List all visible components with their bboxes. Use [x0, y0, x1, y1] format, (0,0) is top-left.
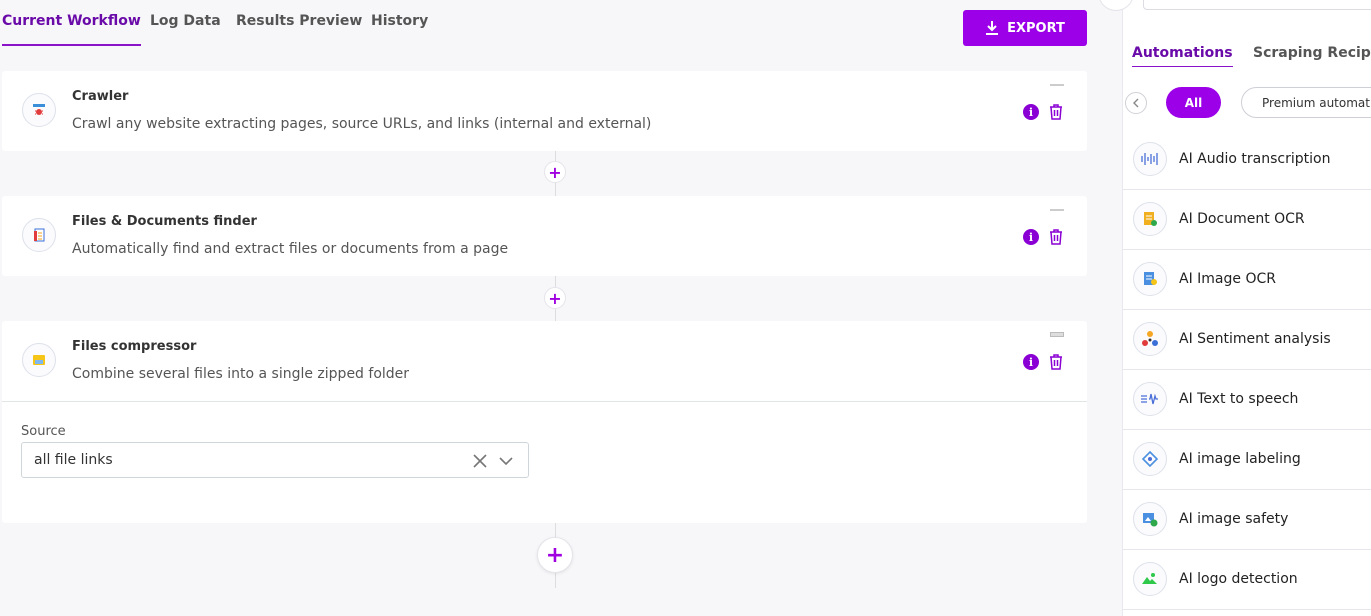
automation-label: AI image safety — [1179, 511, 1289, 527]
automation-label: AI Sentiment analysis — [1179, 331, 1331, 347]
automation-label: AI logo detection — [1179, 571, 1298, 587]
automation-label: AI image labeling — [1179, 451, 1301, 467]
automation-item[interactable]: AI Text to speech — [1123, 370, 1371, 430]
search-input[interactable] — [1143, 0, 1371, 10]
card-divider — [2, 401, 1087, 402]
tab-history[interactable]: History — [371, 13, 428, 29]
filter-all-button[interactable]: All — [1166, 87, 1221, 118]
logo-detection-icon — [1133, 562, 1167, 596]
export-button[interactable]: EXPORT — [963, 10, 1087, 46]
export-label: EXPORT — [1007, 20, 1065, 36]
automation-item[interactable]: AI logo detection — [1123, 550, 1371, 610]
workflow-panel: Current Workflow Log Data Results Previe… — [0, 0, 1110, 616]
automation-label: AI Text to speech — [1179, 391, 1299, 407]
automation-list: AI Audio transcription AI Document OCR A… — [1123, 130, 1371, 610]
step-title: Files & Documents finder — [72, 214, 257, 229]
automation-label: AI Audio transcription — [1179, 151, 1331, 167]
step-title: Crawler — [72, 89, 129, 104]
tab-automations[interactable]: Automations — [1132, 45, 1233, 67]
automations-sidebar: Automations Scraping Recipes All Premium… — [1098, 0, 1371, 616]
chevron-left-icon[interactable] — [1125, 92, 1147, 114]
source-label: Source — [21, 424, 66, 439]
download-icon — [986, 21, 999, 35]
document-finder-icon — [22, 218, 56, 252]
image-label-icon — [1133, 442, 1167, 476]
automation-item[interactable]: AI image safety — [1123, 490, 1371, 550]
text-to-speech-icon — [1133, 382, 1167, 416]
sentiment-icon — [1133, 322, 1167, 356]
crawler-bug-icon — [22, 93, 56, 127]
trash-icon[interactable] — [1048, 228, 1064, 246]
info-icon[interactable]: i — [1023, 229, 1039, 245]
add-step-button-large[interactable]: + — [537, 537, 573, 573]
trash-icon[interactable] — [1048, 103, 1064, 121]
source-select[interactable]: all file links — [21, 442, 529, 478]
trash-icon[interactable] — [1048, 353, 1064, 371]
automation-item[interactable]: AI Audio transcription — [1123, 130, 1371, 190]
filter-premium-button[interactable]: Premium automations — [1241, 87, 1371, 118]
automation-item[interactable]: AI image labeling — [1123, 430, 1371, 490]
info-icon[interactable]: i — [1023, 104, 1039, 120]
collapse-handle[interactable] — [1050, 332, 1064, 337]
audio-wave-icon — [1133, 142, 1167, 176]
step-description: Automatically find and extract files or … — [72, 241, 509, 257]
chevron-down-icon[interactable] — [498, 454, 514, 468]
source-value: all file links — [34, 452, 113, 468]
tab-current-workflow[interactable]: Current Workflow — [2, 13, 141, 46]
automation-item[interactable]: AI Document OCR — [1123, 190, 1371, 250]
workflow-step-crawler: Crawler Crawl any website extracting pag… — [2, 71, 1087, 151]
automation-label: AI Image OCR — [1179, 271, 1276, 287]
add-step-button[interactable]: + — [544, 287, 566, 309]
folder-zip-icon — [22, 343, 56, 377]
automation-item[interactable]: AI Image OCR — [1123, 250, 1371, 310]
document-ocr-icon — [1133, 202, 1167, 236]
tab-scraping-recipes[interactable]: Scraping Recipes — [1253, 45, 1371, 61]
step-description: Combine several files into a single zipp… — [72, 366, 410, 382]
automation-label: AI Document OCR — [1179, 211, 1305, 227]
tab-results-preview[interactable]: Results Preview — [236, 13, 362, 29]
collapse-handle[interactable] — [1050, 209, 1064, 211]
automation-item[interactable]: AI Sentiment analysis — [1123, 310, 1371, 370]
clear-icon[interactable] — [472, 453, 488, 469]
info-icon[interactable]: i — [1023, 354, 1039, 370]
step-description: Crawl any website extracting pages, sour… — [72, 116, 652, 132]
image-safety-icon — [1133, 502, 1167, 536]
workflow-step-files-finder: Files & Documents finder Automatically f… — [2, 196, 1087, 276]
tab-log-data[interactable]: Log Data — [150, 13, 221, 29]
add-step-button[interactable]: + — [544, 161, 566, 183]
image-ocr-icon — [1133, 262, 1167, 296]
step-title: Files compressor — [72, 339, 197, 354]
workflow-step-files-compressor: Files compressor Combine several files i… — [2, 321, 1087, 523]
collapse-handle[interactable] — [1050, 84, 1064, 86]
